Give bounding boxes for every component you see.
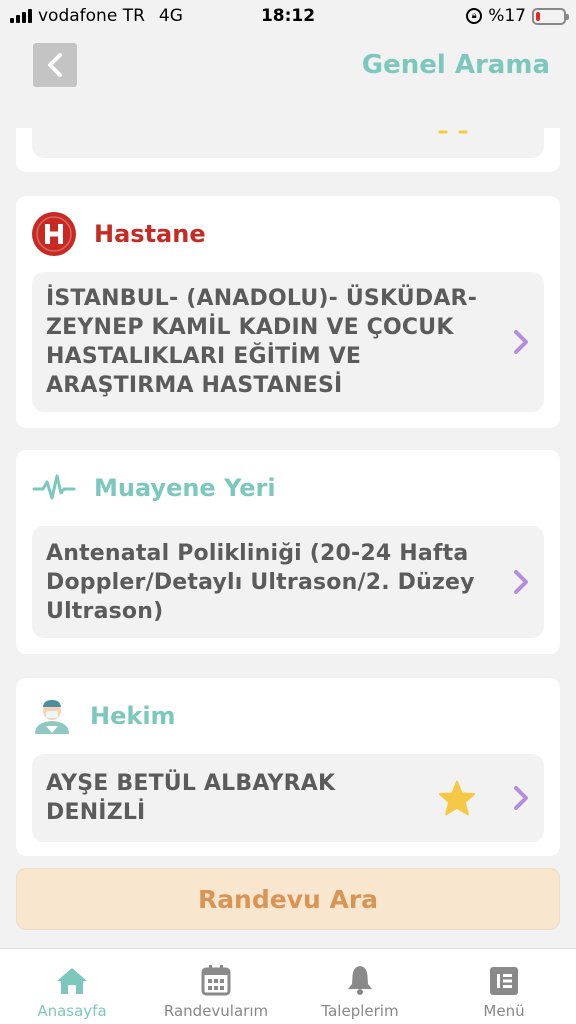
- tab-requests-label: Taleplerim: [321, 1002, 399, 1020]
- calendar-icon: [201, 965, 231, 996]
- page-title: Genel Arama: [361, 50, 550, 80]
- menu-icon: [490, 967, 518, 995]
- home-icon: [57, 968, 87, 994]
- rotation-lock-icon: 🔒︎: [466, 8, 483, 24]
- header: Genel Arama: [0, 32, 576, 98]
- heartbeat-icon: [32, 474, 76, 500]
- signal-icon: [10, 9, 32, 23]
- search-appointment-label: Randevu Ara: [197, 884, 379, 914]
- clinic-card: Muayene Yeri Antenatal Polikliniği (20-2…: [16, 450, 560, 654]
- doctor-selector[interactable]: AYŞE BETÜL ALBAYRAK DENİZLİ: [32, 754, 544, 842]
- battery-percent: %17: [488, 6, 526, 26]
- bell-icon: [348, 966, 372, 995]
- chevron-right-icon: [514, 786, 528, 810]
- tab-bar: Anasayfa Randevularım Taleplerim Menü: [0, 948, 576, 1024]
- clinic-value: Antenatal Polikliniği (20-24 Hafta Doppl…: [46, 540, 475, 624]
- battery-icon: [532, 7, 569, 25]
- network-label: 4G: [158, 6, 183, 26]
- tab-menu-label: Menü: [483, 1002, 525, 1020]
- tab-menu[interactable]: Menü: [432, 949, 576, 1024]
- star-icon-partial: [438, 130, 468, 134]
- doctor-icon: [35, 700, 69, 734]
- tab-requests[interactable]: Taleplerim: [288, 949, 432, 1024]
- carrier-label: vodafone TR: [38, 6, 145, 26]
- status-bar: vodafone TR 4G 18:12 🔒︎ %17: [0, 0, 576, 32]
- hospital-title: Hastane: [94, 220, 206, 248]
- search-form[interactable]: Hastane İSTANBUL- (ANADOLU)- ÜSKÜDAR- ZE…: [0, 128, 576, 944]
- chevron-left-icon: [48, 53, 62, 77]
- tab-appointments-label: Randevularım: [163, 1002, 269, 1020]
- tab-home[interactable]: Anasayfa: [0, 949, 144, 1024]
- battery-level: [536, 11, 541, 21]
- favorite-star-icon[interactable]: [438, 780, 476, 816]
- hospital-selector[interactable]: İSTANBUL- (ANADOLU)- ÜSKÜDAR- ZEYNEP KAM…: [32, 272, 544, 412]
- clinic-selector[interactable]: Antenatal Polikliniği (20-24 Hafta Doppl…: [32, 526, 544, 638]
- doctor-value: AYŞE BETÜL ALBAYRAK DENİZLİ: [46, 771, 336, 825]
- back-button[interactable]: [33, 43, 77, 87]
- hospital-card: Hastane İSTANBUL- (ANADOLU)- ÜSKÜDAR- ZE…: [16, 196, 560, 428]
- hospital-icon: [32, 212, 76, 256]
- hospital-value: İSTANBUL- (ANADOLU)- ÜSKÜDAR- ZEYNEP KAM…: [46, 286, 478, 398]
- tab-appointments[interactable]: Randevularım: [144, 949, 288, 1024]
- doctor-card: Hekim AYŞE BETÜL ALBAYRAK DENİZLİ: [16, 678, 560, 856]
- chevron-right-icon: [514, 330, 528, 354]
- tab-home-label: Anasayfa: [37, 1002, 107, 1020]
- previous-card: [16, 128, 560, 172]
- search-appointment-button[interactable]: Randevu Ara: [16, 868, 560, 930]
- clinic-title: Muayene Yeri: [94, 474, 276, 502]
- doctor-title: Hekim: [90, 702, 176, 730]
- chevron-right-icon: [514, 570, 528, 594]
